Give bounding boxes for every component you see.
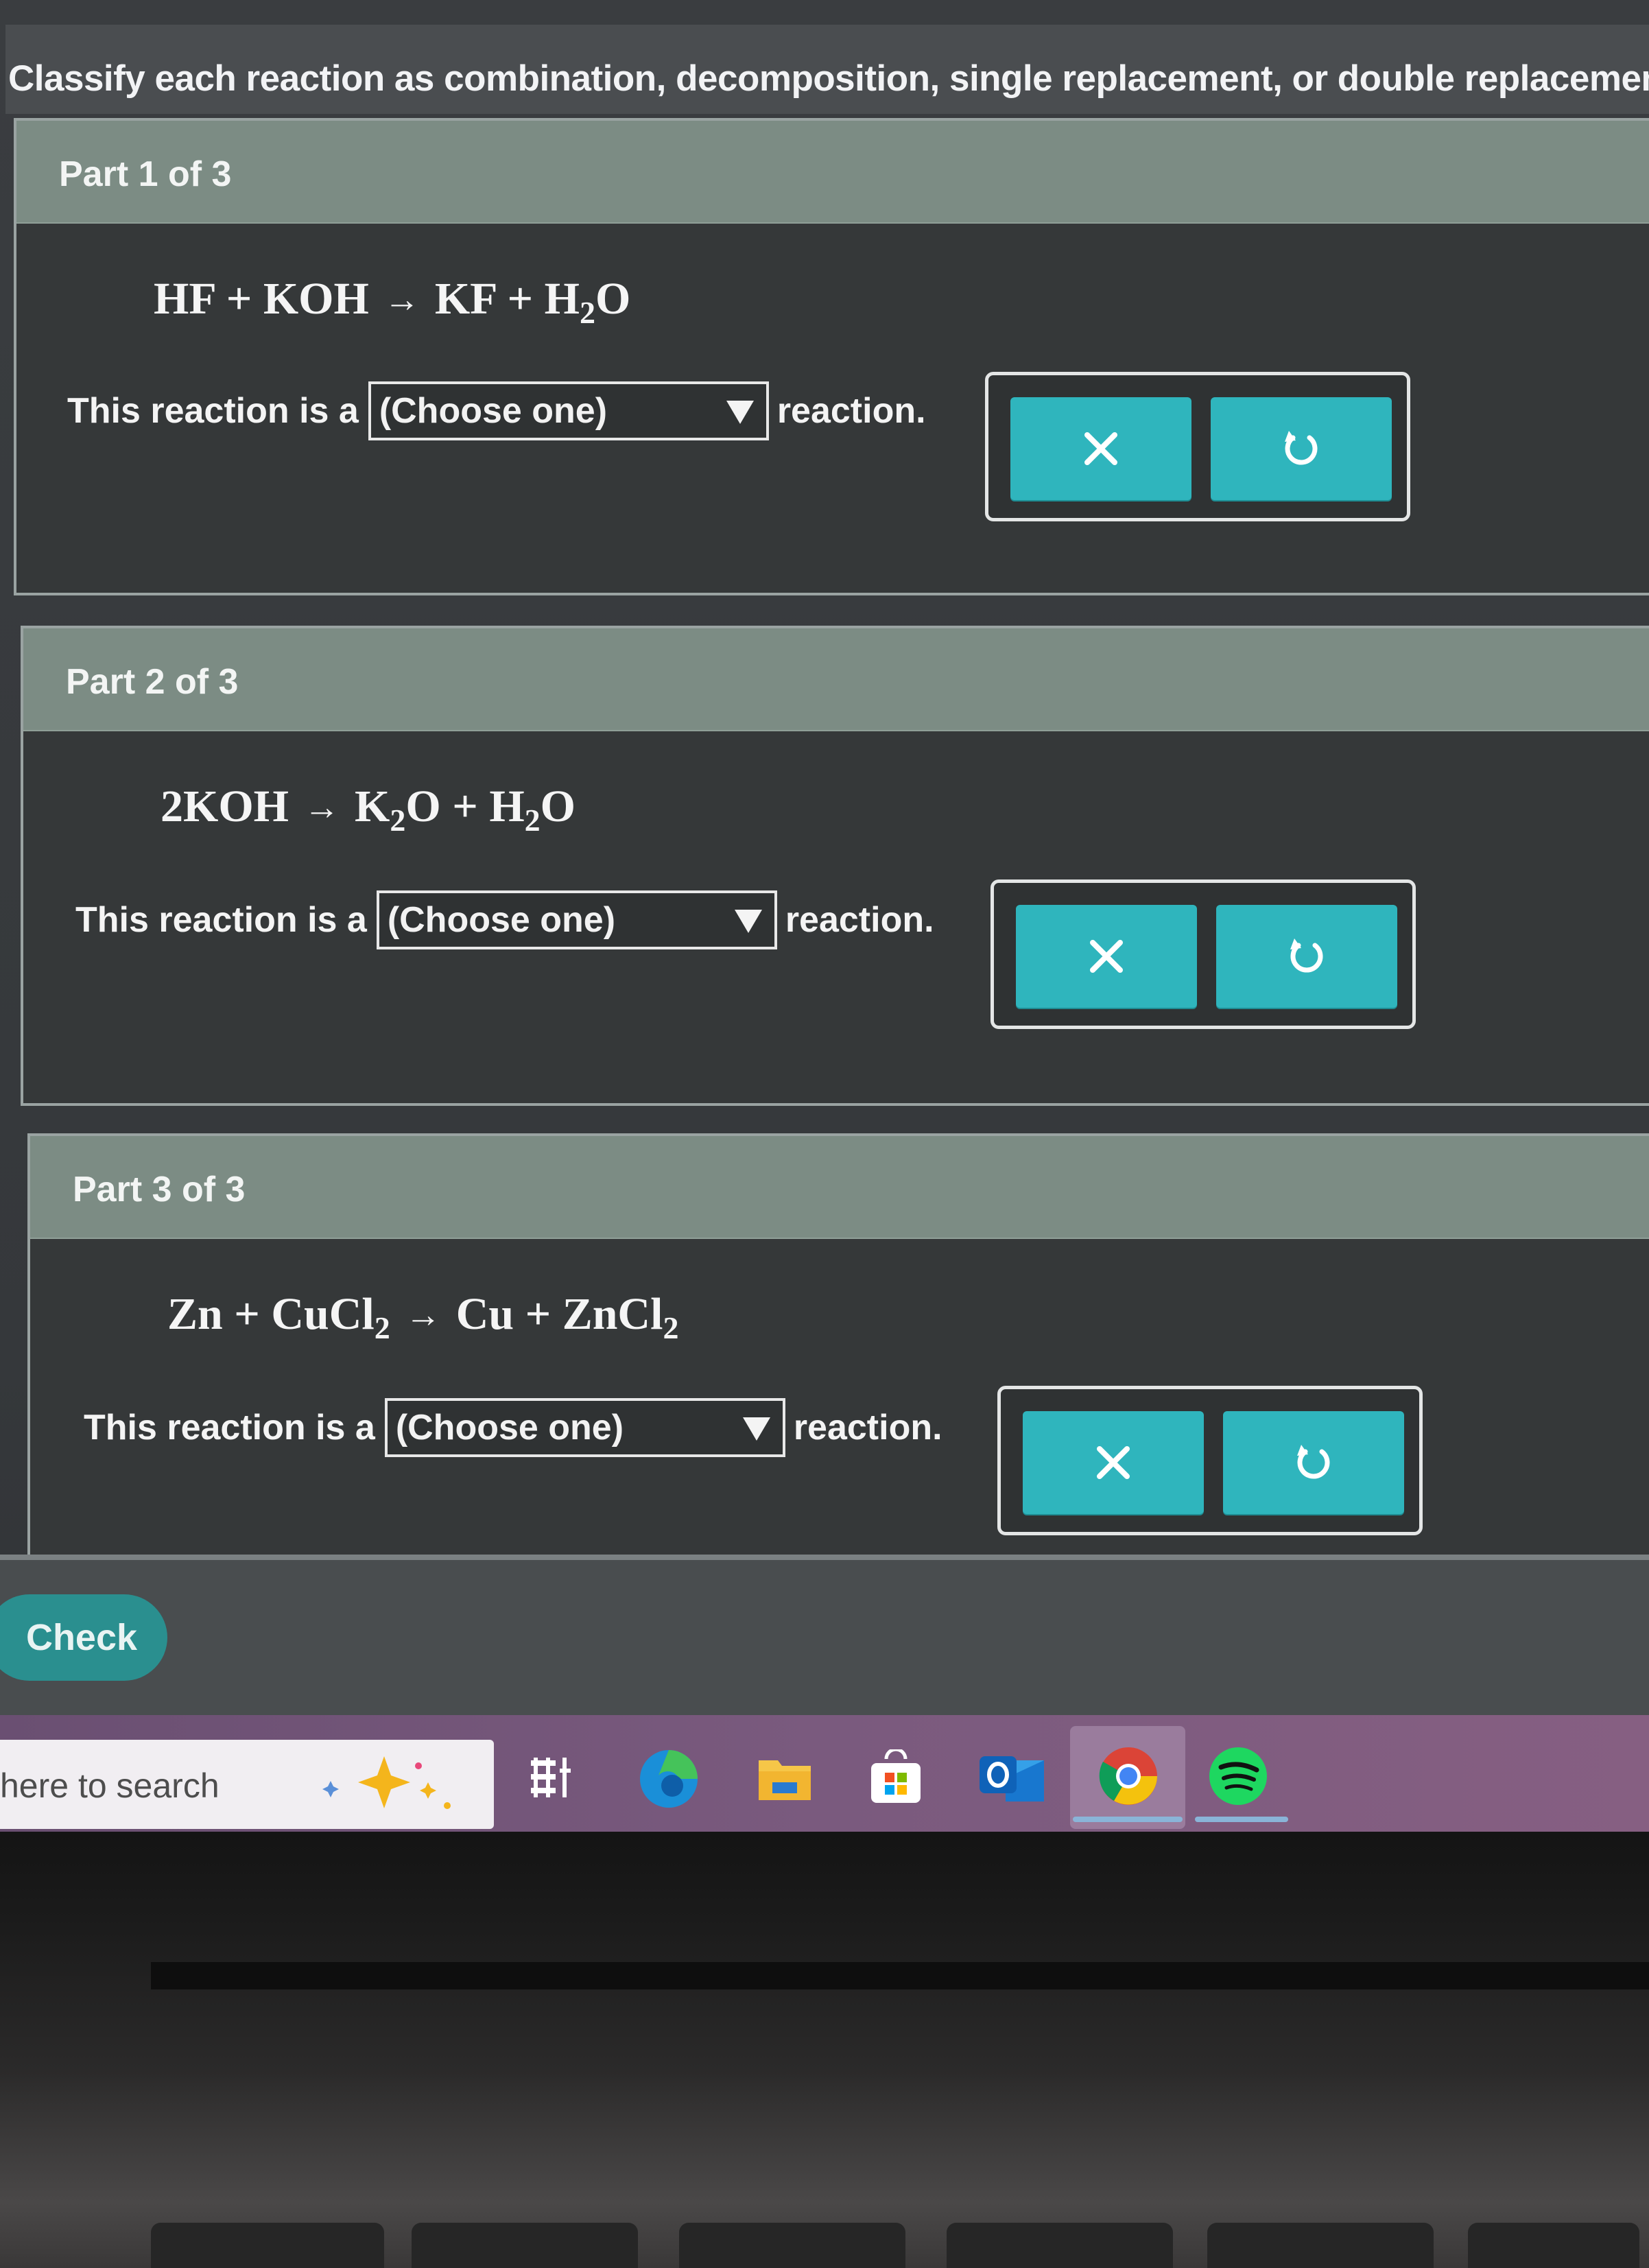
taskbar-search-box[interactable]: here to search bbox=[0, 1740, 494, 1829]
reaction-arrow-icon: → bbox=[383, 281, 420, 320]
plus-sign: + bbox=[440, 781, 490, 831]
select-value: (Choose one) bbox=[395, 1408, 624, 1448]
file-explorer-icon[interactable] bbox=[757, 1751, 812, 1806]
chemical-formula: H2O bbox=[489, 781, 576, 838]
sparkle-icon bbox=[322, 1756, 451, 1809]
prompt-after: reaction. bbox=[776, 391, 926, 431]
undo-button[interactable] bbox=[1216, 905, 1397, 1008]
select-value: (Choose one) bbox=[387, 900, 616, 940]
laptop-bezel bbox=[0, 1832, 1649, 2268]
action-buttons bbox=[997, 1386, 1423, 1535]
chrome-running-indicator bbox=[1073, 1817, 1183, 1822]
part-panel-3: Part 3 of 3 Zn + CuCl2 → Cu + ZnCl2 This r… bbox=[27, 1133, 1649, 1572]
keyboard-key bbox=[947, 2223, 1173, 2268]
clear-button[interactable] bbox=[1023, 1411, 1204, 1514]
dropdown-arrow-icon bbox=[734, 910, 762, 933]
chemical-formula: HF bbox=[154, 274, 215, 324]
footer-bar bbox=[0, 1555, 1649, 1718]
question-text: Classify each reaction as combination, d… bbox=[8, 58, 1649, 99]
part-title: Part 1 of 3 bbox=[59, 154, 232, 194]
edge-icon[interactable] bbox=[638, 1748, 700, 1810]
chemical-formula: 2KOH bbox=[161, 781, 289, 831]
plus-sign: + bbox=[222, 1289, 272, 1339]
keyboard-key bbox=[412, 2223, 638, 2268]
chemical-formula: ZnCl2 bbox=[562, 1289, 679, 1345]
undo-icon bbox=[1285, 431, 1318, 465]
keyboard-key bbox=[1468, 2223, 1639, 2268]
undo-button[interactable] bbox=[1211, 397, 1392, 500]
chemical-formula: CuCl2 bbox=[271, 1289, 390, 1345]
part-title: Part 3 of 3 bbox=[73, 1170, 246, 1209]
prompt-before: This reaction is a bbox=[67, 391, 359, 431]
answer-row: This reaction is a (Choose one) reaction… bbox=[67, 380, 926, 442]
plus-sign: + bbox=[496, 274, 545, 324]
part-header: Part 1 of 3 bbox=[16, 121, 1649, 224]
windows-taskbar: here to search bbox=[0, 1715, 1649, 1832]
chemical-formula: Zn bbox=[167, 1289, 223, 1339]
spotify-icon[interactable] bbox=[1207, 1745, 1269, 1807]
answer-row: This reaction is a (Choose one) reaction… bbox=[75, 889, 934, 951]
keyboard-key bbox=[679, 2223, 905, 2268]
clear-button[interactable] bbox=[1016, 905, 1197, 1008]
reaction-type-select[interactable]: (Choose one) bbox=[384, 1398, 785, 1457]
check-button[interactable]: Check bbox=[0, 1594, 167, 1681]
x-icon bbox=[1084, 432, 1117, 465]
part-panel-1: Part 1 of 3 HF + KOH → KF + H2O This react… bbox=[14, 118, 1649, 595]
prompt-after: reaction. bbox=[793, 1408, 942, 1448]
undo-icon bbox=[1297, 1445, 1330, 1479]
plus-sign: + bbox=[215, 274, 263, 324]
prompt-after: reaction. bbox=[785, 900, 934, 940]
part-title: Part 2 of 3 bbox=[66, 662, 239, 702]
action-buttons bbox=[985, 372, 1410, 521]
x-icon bbox=[1090, 940, 1123, 973]
action-buttons bbox=[990, 879, 1416, 1029]
chemical-formula: K2O bbox=[355, 781, 441, 838]
bezel-edge bbox=[151, 1962, 1649, 1989]
outlook-icon[interactable] bbox=[978, 1747, 1047, 1808]
chemical-equation: Zn + CuCl2 → Cu + ZnCl2 bbox=[167, 1288, 678, 1346]
chemical-formula: Cu bbox=[455, 1289, 514, 1339]
prompt-before: This reaction is a bbox=[75, 900, 367, 940]
screen: Classify each reaction as combination, d… bbox=[0, 0, 1649, 2268]
reaction-arrow-icon: → bbox=[304, 788, 340, 827]
search-placeholder: here to search bbox=[0, 1767, 220, 1805]
reaction-type-select[interactable]: (Choose one) bbox=[376, 890, 777, 949]
task-view-icon[interactable] bbox=[528, 1753, 576, 1802]
chemical-formula: KOH bbox=[263, 274, 369, 324]
plus-sign: + bbox=[514, 1289, 562, 1339]
chemical-formula: H2O bbox=[544, 274, 631, 330]
part-panel-2: Part 2 of 3 2KOH → K2O + H2O This reaction… bbox=[21, 626, 1649, 1106]
select-value: (Choose one) bbox=[379, 391, 608, 431]
undo-icon bbox=[1290, 938, 1323, 973]
reaction-arrow-icon: → bbox=[405, 1296, 441, 1335]
microsoft-store-icon[interactable] bbox=[867, 1749, 925, 1807]
chemical-formula: KF bbox=[434, 274, 497, 324]
x-icon bbox=[1097, 1446, 1130, 1479]
spotify-running-indicator bbox=[1195, 1817, 1288, 1822]
part-header: Part 2 of 3 bbox=[23, 628, 1649, 731]
prompt-before: This reaction is a bbox=[84, 1408, 375, 1448]
question-header: Classify each reaction as combination, d… bbox=[5, 25, 1649, 114]
clear-button[interactable] bbox=[1010, 397, 1191, 500]
reaction-type-select[interactable]: (Choose one) bbox=[368, 381, 769, 440]
dropdown-arrow-icon bbox=[726, 401, 754, 424]
keyboard-key bbox=[1207, 2223, 1434, 2268]
answer-row: This reaction is a (Choose one) reaction… bbox=[84, 1397, 942, 1458]
part-header: Part 3 of 3 bbox=[30, 1136, 1649, 1239]
keyboard-key bbox=[151, 2223, 384, 2268]
undo-button[interactable] bbox=[1223, 1411, 1404, 1514]
chemical-equation: 2KOH → K2O + H2O bbox=[161, 781, 576, 838]
chemical-equation: HF + KOH → KF + H2O bbox=[154, 273, 630, 331]
dropdown-arrow-icon bbox=[742, 1417, 770, 1441]
chrome-icon[interactable] bbox=[1098, 1745, 1159, 1807]
